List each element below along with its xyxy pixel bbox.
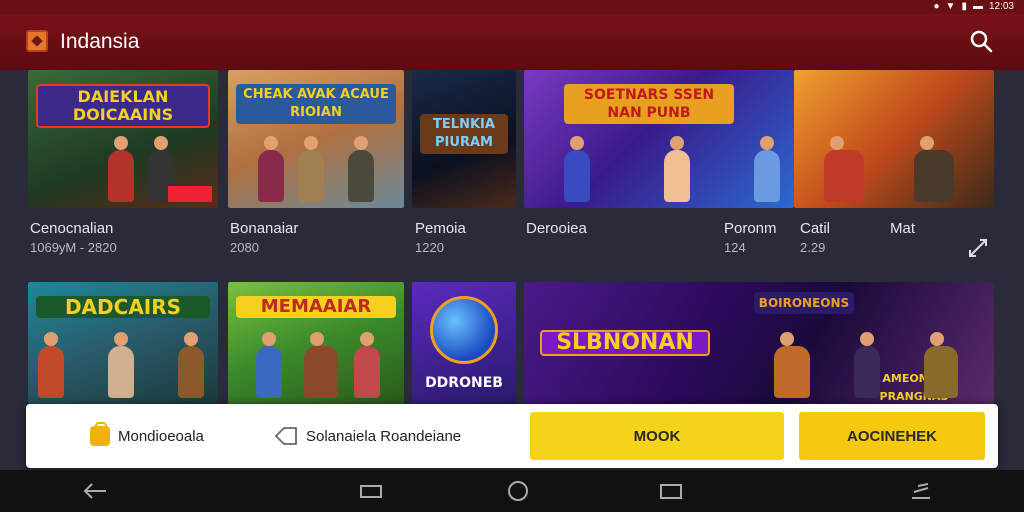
sale-badge-icon [168, 186, 212, 202]
system-nav-bar [0, 470, 1024, 512]
character-figure [108, 136, 134, 202]
game-banner: CHEAK AVAK ACAUE RIOIAN [236, 84, 396, 124]
signal-icon: ▮ [961, 1, 967, 12]
character-figure [824, 136, 864, 202]
character-figure [348, 136, 374, 202]
game-title: Poronm [724, 220, 777, 237]
game-card[interactable] [794, 70, 994, 208]
game-banner: MEMAAIAR [236, 296, 396, 318]
wifi-icon: ▼ [945, 1, 956, 12]
aocinehek-button[interactable]: AOCINEHEK [799, 412, 985, 460]
character-figure [664, 136, 690, 202]
option-label: Solanaiela Roandeiane [306, 427, 462, 445]
mook-button[interactable]: MOOK [530, 412, 784, 460]
game-subtitle: 2.29 [800, 240, 826, 255]
character-figure [256, 332, 282, 398]
game-title: Pemoia [415, 220, 466, 237]
game-banner: DDRONEB [425, 375, 503, 391]
game-card[interactable]: DAIEKLAN DOICAAINS [28, 70, 218, 208]
location-icon: ● [933, 1, 940, 12]
character-figure [774, 332, 810, 398]
character-figure [754, 136, 780, 202]
battery-icon: ▬ [972, 1, 983, 12]
home-icon[interactable] [505, 480, 531, 502]
menu-icon[interactable] [908, 480, 934, 502]
game-banner: DADCAIRS [36, 296, 210, 318]
game-banner: BOIRONEONS [754, 292, 854, 314]
character-figure [914, 136, 954, 202]
game-banner: DAIEKLAN DOICAAINS [36, 84, 210, 128]
game-card[interactable]: CHEAK AVAK ACAUE RIOIAN [228, 70, 404, 208]
character-figure [304, 332, 338, 398]
game-card[interactable]: DDRONEB [412, 282, 516, 404]
option-mondioeoala[interactable]: Mondioeoala [90, 422, 204, 448]
character-figure [178, 332, 204, 398]
game-card[interactable]: DADCAIRS [28, 282, 218, 404]
character-figure [258, 136, 284, 202]
recents-icon[interactable] [358, 480, 384, 502]
search-icon[interactable] [968, 28, 994, 54]
character-figure [924, 332, 958, 398]
app-logo-icon[interactable] [26, 30, 48, 52]
character-figure [298, 136, 324, 202]
game-card[interactable]: SLBNONAN BOIRONEONS AMEOMER PRANGNAS [524, 282, 994, 404]
game-title: Cenocnalian [30, 220, 114, 237]
overview-icon[interactable] [658, 480, 684, 502]
expand-icon[interactable] [966, 236, 990, 260]
game-card[interactable]: TELNKIA PIURAM [412, 70, 516, 208]
option-solanaiela[interactable]: Solanaiela Roandeiane [274, 424, 461, 448]
option-label: Mondioeoala [118, 427, 204, 445]
game-banner: TELNKIA PIURAM [420, 114, 508, 154]
tag-icon [274, 427, 297, 445]
game-subtitle: 1069yM - 2820 [30, 240, 117, 255]
character-figure [108, 332, 134, 398]
back-icon[interactable] [82, 480, 108, 502]
game-title: Derooiea [526, 220, 587, 237]
game-title: Mat [890, 220, 916, 237]
game-card[interactable]: MEMAAIAR [228, 282, 404, 404]
status-bar: ● ▼ ▮ ▬ 12:03 [0, 0, 1024, 14]
character-figure [354, 332, 380, 398]
game-title: Catil [800, 220, 831, 237]
character-figure [564, 136, 590, 202]
shopping-bag-icon [90, 422, 110, 446]
game-subtitle: 2080 [230, 240, 259, 255]
game-banner: SOETNARS SSEN NAN PUNB [564, 84, 734, 124]
app-title: Indansia [60, 30, 140, 53]
status-time: 12:03 [988, 1, 1014, 12]
game-card[interactable]: SOETNARS SSEN NAN PUNB [524, 70, 794, 208]
action-sheet: Mondioeoala Solanaiela Roandeiane MOOK A… [26, 404, 998, 468]
game-subtitle: 124 [724, 240, 746, 255]
game-banner: SLBNONAN [540, 330, 710, 356]
character-figure [854, 332, 880, 398]
status-icons: ● ▼ ▮ ▬ 12:03 [934, 0, 1015, 14]
character-figure [38, 332, 64, 398]
app-bar: Indansia [0, 14, 1024, 70]
globe-icon [430, 296, 498, 364]
game-title: Bonanaiar [230, 220, 299, 237]
game-subtitle: 1220 [415, 240, 444, 255]
